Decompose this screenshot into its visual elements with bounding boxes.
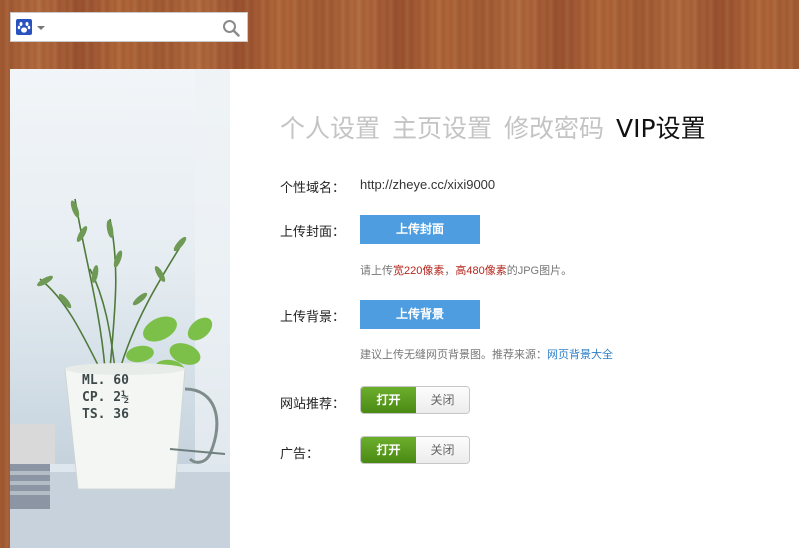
domain-value: http://zheye.cc/xixi9000	[360, 177, 496, 192]
settings-tabs: 个人设置 主页设置 修改密码 VIP设置	[280, 109, 718, 145]
ads-on-button[interactable]: 打开	[361, 437, 416, 463]
cover-label: 上传封面：	[280, 224, 346, 239]
background-source-link[interactable]: 网页背景大全	[547, 349, 613, 361]
domain-label: 个性域名：	[280, 180, 346, 195]
chevron-down-icon[interactable]	[37, 26, 45, 30]
recommend-label: 网站推荐：	[280, 396, 346, 411]
tab-change-password[interactable]: 修改密码	[504, 109, 604, 145]
background-hint: 建议上传无缝网页背景图。推荐来源：网页背景大全	[360, 349, 613, 361]
tab-vip-settings[interactable]: VIP设置	[616, 109, 706, 145]
tab-homepage-settings[interactable]: 主页设置	[392, 109, 492, 145]
upload-background-button[interactable]: 上传背景	[360, 300, 480, 329]
tab-personal-settings[interactable]: 个人设置	[280, 109, 380, 145]
recommend-on-button[interactable]: 打开	[361, 387, 416, 413]
plant-photo: ML. 60 CP. 2½ TS. 36	[10, 69, 230, 548]
ads-off-button[interactable]: 关闭	[416, 437, 469, 463]
baidu-paw-icon[interactable]	[16, 19, 32, 35]
settings-panel: ML. 60 CP. 2½ TS. 36 个人设置 主页设置 修改密码 VIP设置 个…	[10, 69, 799, 548]
background-label: 上传背景：	[280, 309, 346, 324]
recommend-toggle[interactable]: 打开 关闭	[360, 386, 470, 414]
ads-label: 广告：	[280, 446, 320, 461]
search-icon[interactable]	[222, 19, 240, 37]
settings-content: 个人设置 主页设置 修改密码 VIP设置 个性域名： http://zheye.cc/…	[280, 69, 780, 548]
recommend-off-button[interactable]: 关闭	[416, 387, 469, 413]
pot-label: ML. 60 CP. 2½ TS. 36	[82, 373, 129, 422]
search-input[interactable]	[49, 17, 223, 39]
cover-hint: 请上传宽220像素，高480像素的JPG图片。	[360, 265, 573, 277]
upload-cover-button[interactable]: 上传封面	[360, 215, 480, 244]
search-bar	[10, 12, 248, 42]
ads-toggle[interactable]: 打开 关闭	[360, 436, 470, 464]
